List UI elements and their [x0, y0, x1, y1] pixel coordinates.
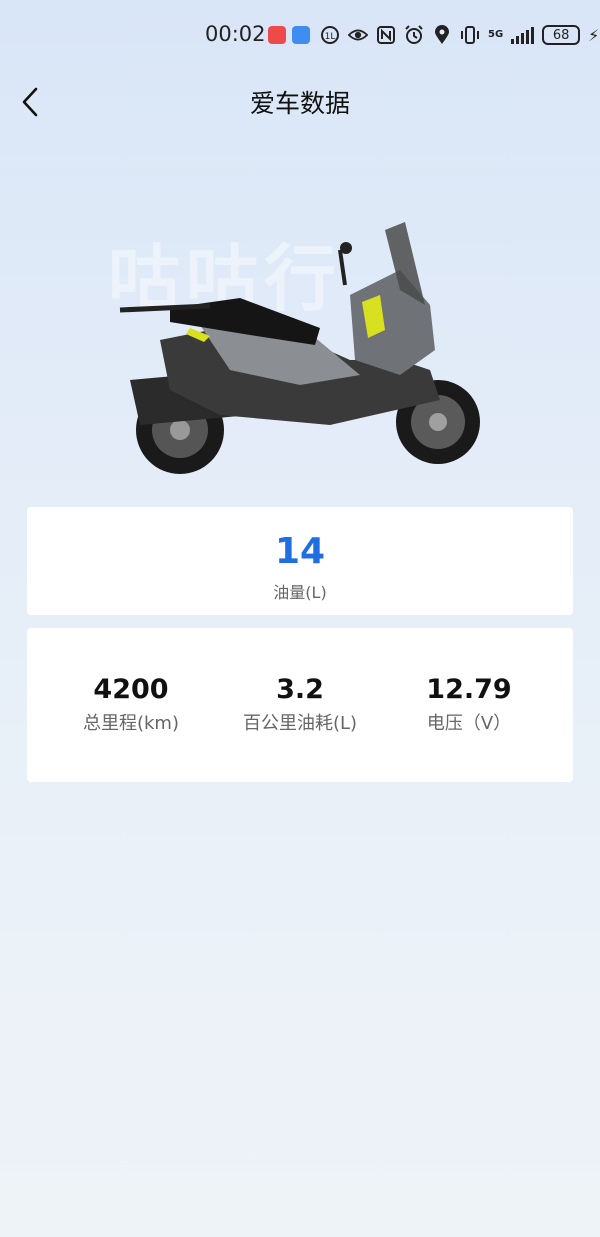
- stat-label: 百公里油耗(L): [242, 713, 358, 734]
- eye-icon: [348, 25, 368, 45]
- data-saver-icon: 1L: [320, 25, 340, 45]
- alarm-icon: [404, 25, 424, 45]
- stat-voltage: 12.79 电压（V）: [378, 674, 560, 735]
- svg-text:1L: 1L: [325, 32, 336, 42]
- vibrate-icon: [460, 25, 480, 45]
- stat-label: 电压（V）: [426, 713, 512, 734]
- motorcycle-image: 咕咕行: [100, 210, 500, 480]
- stat-value: 12.79: [426, 674, 512, 705]
- fuel-value: 14: [274, 531, 326, 572]
- scooter-illustration: [119, 222, 480, 474]
- fuel-label: 油量(L): [273, 583, 327, 602]
- status-bar: 00:02 1L 5G 68 ⚡: [0, 0, 600, 70]
- charging-icon: ⚡: [588, 25, 600, 45]
- battery-icon: 68: [542, 25, 581, 45]
- status-time: 00:02: [205, 22, 266, 46]
- stat-total-mileage: 4200 总里程(km): [40, 674, 222, 735]
- stat-value: 4200: [93, 674, 169, 705]
- nfc-icon: [376, 25, 396, 45]
- page-header: 爱车数据: [0, 70, 600, 134]
- notification-app-icon-2: [292, 26, 310, 44]
- signal-strength-icon: [511, 26, 535, 44]
- location-icon: [432, 25, 452, 45]
- stats-card: 4200 总里程(km) 3.2 百公里油耗(L) 12.79 电压（V）: [27, 628, 573, 782]
- status-icons: 1L 5G 68 ⚡: [320, 22, 599, 48]
- stat-value: 3.2: [276, 674, 324, 705]
- page-title: 爱车数据: [249, 89, 350, 118]
- network-type-label: 5G: [488, 29, 504, 40]
- notification-app-icon: [268, 26, 286, 44]
- stat-label: 总里程(km): [82, 713, 179, 734]
- fuel-card: 14 油量(L): [27, 507, 573, 615]
- stat-fuel-consumption: 3.2 百公里油耗(L): [209, 674, 391, 735]
